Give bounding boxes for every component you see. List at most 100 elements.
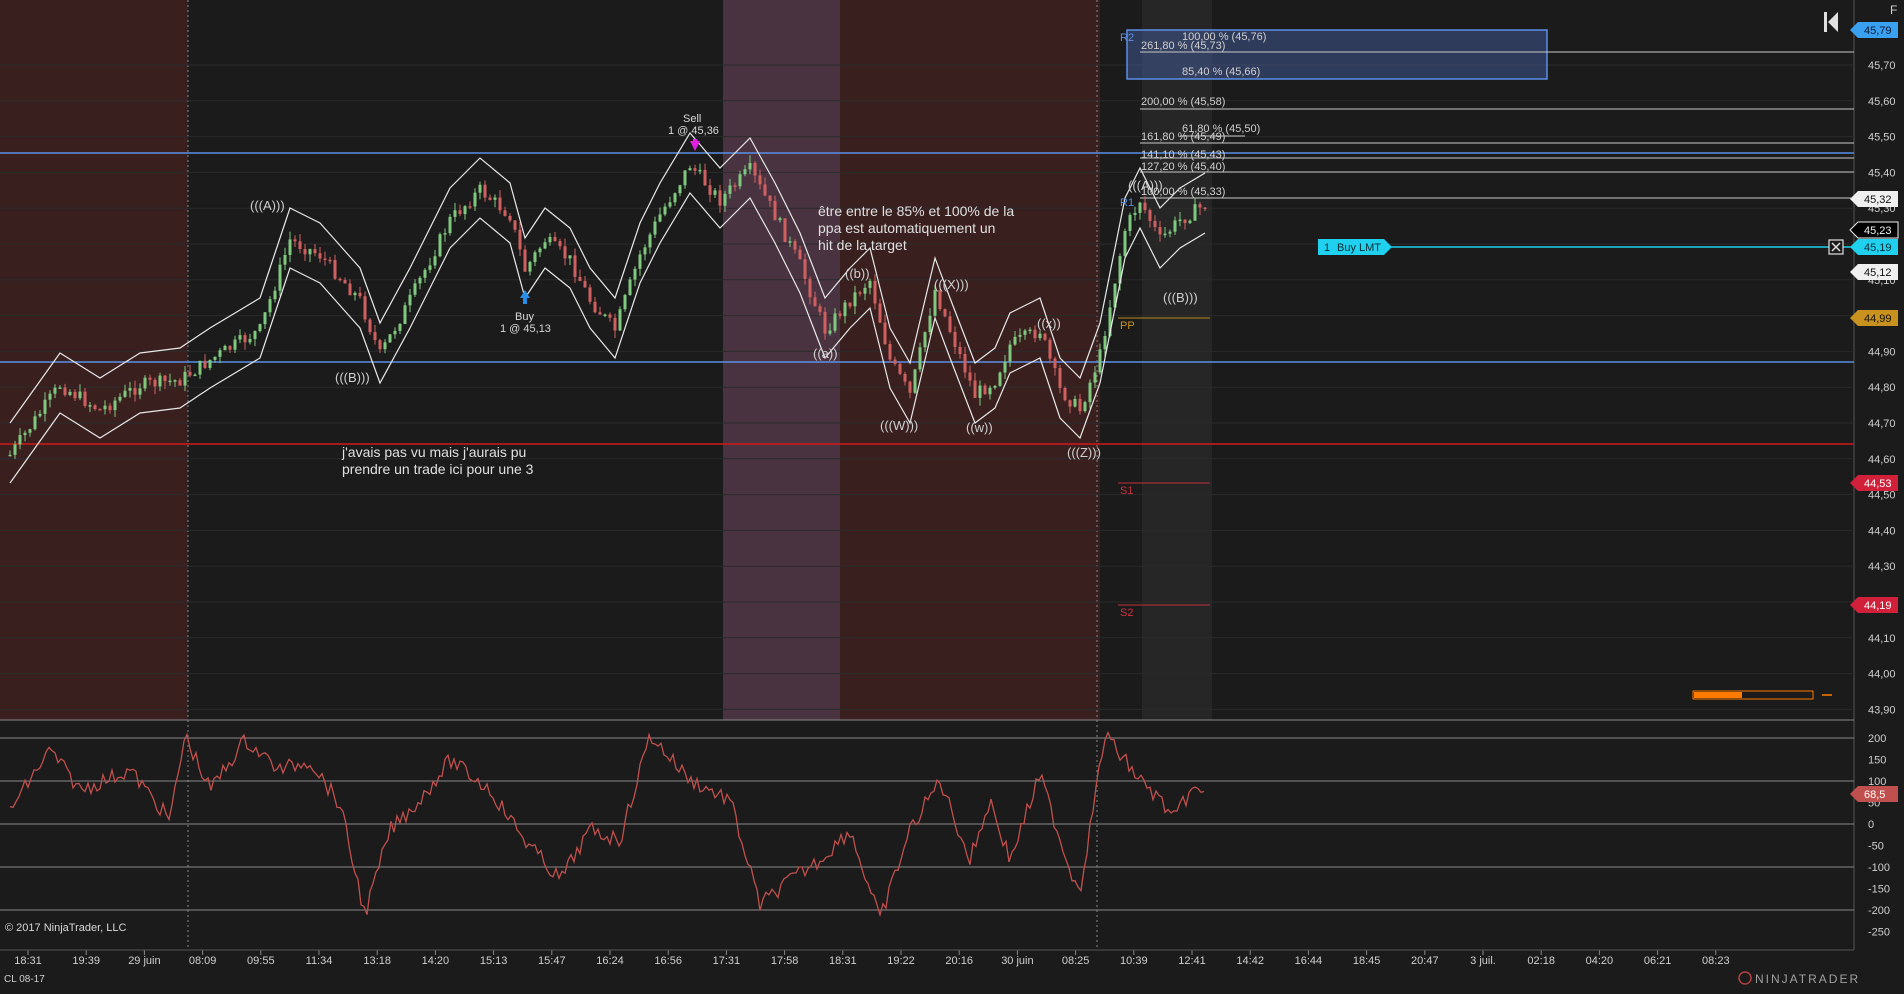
candle-body xyxy=(563,246,567,259)
window-mode-button[interactable]: F xyxy=(1890,3,1897,17)
candle-body xyxy=(208,359,212,368)
candle-body xyxy=(183,371,187,386)
candle-body xyxy=(68,391,72,395)
annotation-note-1-line-3[interactable]: hit de la target xyxy=(818,237,907,253)
candle-body xyxy=(643,247,647,255)
osc-axis-tick: 0 xyxy=(1868,819,1874,831)
candle-body xyxy=(833,313,837,331)
annotation-note-1-line-1[interactable]: être entre le 85% et 100% de la xyxy=(818,203,1014,219)
price-chart[interactable]: 100,00 % (45,76) 261,80 % (45,73) 85,40 … xyxy=(0,0,1904,989)
svg-text:68,5: 68,5 xyxy=(1864,789,1885,801)
candle-body xyxy=(448,216,452,234)
candle-body xyxy=(748,163,752,170)
annotation-note-2-line-2[interactable]: prendre un trade ici pour une 3 xyxy=(342,461,534,477)
wave-label: (((B))) xyxy=(335,370,370,385)
time-axis-tick: 14:20 xyxy=(422,955,450,967)
candle-body xyxy=(433,256,437,266)
candle-body xyxy=(993,385,997,388)
candle-body xyxy=(1018,334,1022,337)
price-axis-tick: 44,50 xyxy=(1868,490,1896,502)
time-axis-tick: 15:47 xyxy=(538,955,566,967)
candle-body xyxy=(1073,398,1077,407)
wave-label: (((A))) xyxy=(250,198,285,213)
osc-axis-tick: -50 xyxy=(1868,841,1884,853)
osc-axis-tick: -150 xyxy=(1868,884,1890,896)
candle-body xyxy=(338,278,342,281)
price-tag: 45,79 xyxy=(1850,22,1898,38)
candle-body xyxy=(1143,202,1147,211)
price-axis-tick: 43,90 xyxy=(1868,704,1896,716)
candle-body xyxy=(458,210,462,215)
candle-body xyxy=(1053,358,1057,369)
candle-body xyxy=(688,168,692,171)
annotation-note-2-line-1[interactable]: j'avais pas vu mais j'aurais pu xyxy=(341,444,526,460)
candle-body xyxy=(818,306,822,312)
candle-body xyxy=(408,294,412,306)
candle-body xyxy=(1168,231,1172,234)
candle-body xyxy=(823,311,827,334)
candle-body xyxy=(28,429,32,433)
candle-body xyxy=(33,416,37,430)
candle-body xyxy=(323,258,327,261)
candle-body xyxy=(708,185,712,195)
candle-body xyxy=(613,317,617,331)
candle-body xyxy=(1003,361,1007,373)
candle-body xyxy=(1058,368,1062,388)
time-axis-tick: 02:18 xyxy=(1527,955,1555,967)
candle-body xyxy=(368,319,372,333)
candle-body xyxy=(813,297,817,307)
candle-body xyxy=(1068,400,1072,407)
candle-body xyxy=(543,242,547,249)
candle-body xyxy=(1173,220,1177,232)
wave-label: (((W))) xyxy=(880,418,918,433)
price-axis-tick: 44,10 xyxy=(1868,633,1896,645)
candle-body xyxy=(1098,349,1102,373)
candle-body xyxy=(493,197,497,200)
candle-body xyxy=(848,302,852,307)
candle-body xyxy=(918,347,922,370)
candle-body xyxy=(428,265,432,270)
session-shade-4 xyxy=(1142,0,1212,720)
time-axis-tick: 3 juil. xyxy=(1470,955,1496,967)
candle-body xyxy=(153,379,157,387)
price-tag: 45,19 xyxy=(1850,239,1898,255)
candle-body xyxy=(128,388,132,391)
candle-body xyxy=(1198,204,1202,208)
candle-body xyxy=(253,331,257,340)
time-axis-tick: 08:23 xyxy=(1702,955,1730,967)
candle-body xyxy=(198,360,202,375)
candle-body xyxy=(678,185,682,194)
candle-body xyxy=(618,309,622,331)
candle-body xyxy=(1023,330,1027,335)
candle-body xyxy=(238,335,242,340)
candle-body xyxy=(383,342,387,350)
candle-body xyxy=(878,303,882,323)
candle-body xyxy=(583,280,587,288)
chart-window[interactable]: 100,00 % (45,76) 261,80 % (45,73) 85,40 … xyxy=(0,0,1904,989)
candle-body xyxy=(1138,202,1142,213)
candle-body xyxy=(288,239,292,255)
time-axis-tick: 04:20 xyxy=(1586,955,1614,967)
osc-axis-tick: -100 xyxy=(1868,862,1890,874)
candle-body xyxy=(798,249,802,260)
annotation-note-1-line-2[interactable]: ppa est automatiquement un xyxy=(818,220,995,236)
time-axis-tick: 11:34 xyxy=(306,955,333,967)
candle-body xyxy=(1183,219,1187,224)
candle-body xyxy=(853,292,857,307)
candle-body xyxy=(13,444,17,455)
candle-body xyxy=(378,340,382,350)
price-axis-tick: 44,40 xyxy=(1868,525,1896,537)
candle-body xyxy=(703,169,707,186)
candle-body xyxy=(103,405,107,410)
time-axis-tick: 19:39 xyxy=(72,955,100,967)
candle-body xyxy=(698,169,702,172)
candle-body xyxy=(188,371,192,376)
candle-body xyxy=(673,193,677,203)
candle-body xyxy=(1078,398,1082,412)
candle-body xyxy=(903,373,907,382)
candle-body xyxy=(588,287,592,302)
candle-body xyxy=(513,220,517,230)
candle-body xyxy=(963,353,967,373)
candle-body xyxy=(418,277,422,284)
price-axis-tick: 44,80 xyxy=(1868,382,1896,394)
